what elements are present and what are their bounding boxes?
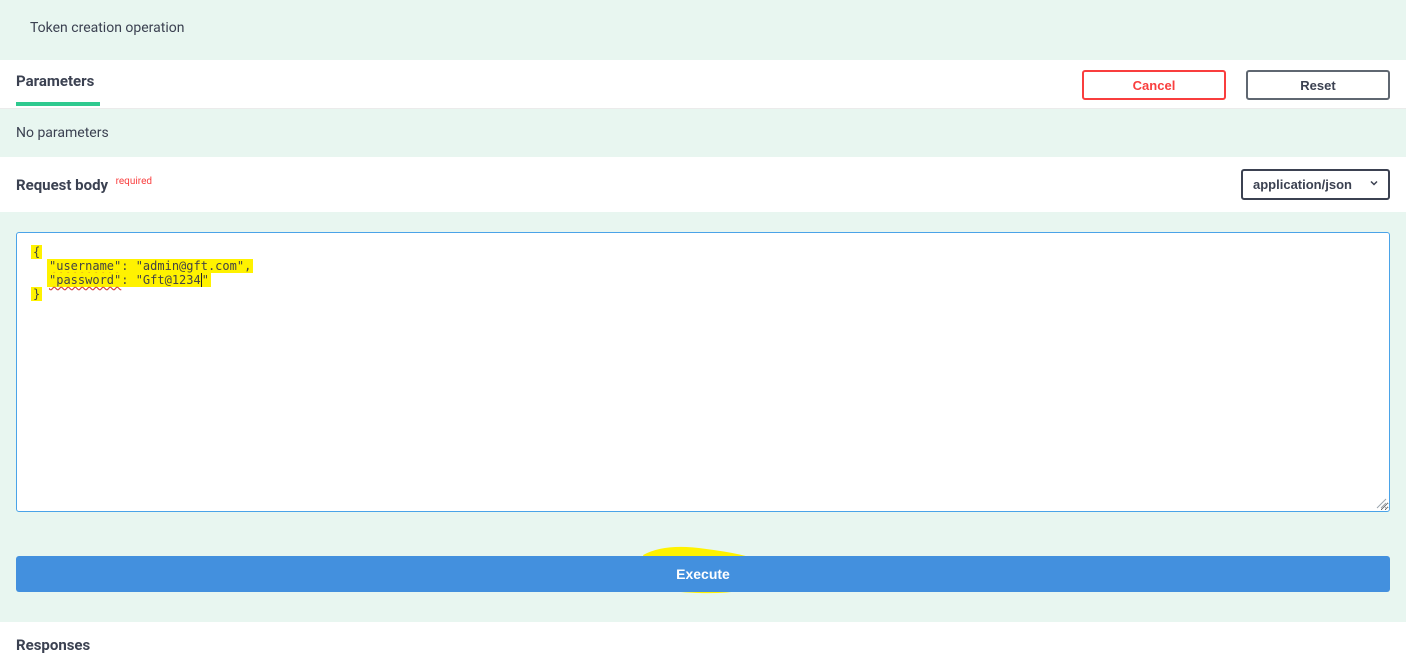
execute-wrap: Execute (16, 556, 1390, 592)
responses-title: Responses (0, 622, 1406, 660)
operation-description-text: Token creation operation (30, 20, 184, 36)
request-body-section: { "username": "admin@gft.com","password"… (0, 212, 1406, 622)
resize-handle-icon[interactable] (1375, 497, 1387, 509)
content-type-wrap: application/json (1241, 169, 1390, 200)
parameters-title: Parameters (16, 72, 94, 98)
content-type-select[interactable]: application/json (1241, 169, 1390, 200)
request-body-title-wrap: Request body required (16, 176, 152, 194)
code-segment: "password": "Gft@1234" (47, 273, 211, 287)
reset-button[interactable]: Reset (1246, 70, 1390, 100)
code-line: "password": "Gft@1234" (31, 273, 1375, 287)
code-key: "username" (49, 259, 121, 273)
code-val: " (202, 273, 209, 287)
execute-button[interactable]: Execute (16, 556, 1390, 592)
no-parameters-text: No parameters (16, 125, 109, 141)
parameters-actions: Cancel Reset (1082, 70, 1390, 100)
request-body-editor[interactable]: { "username": "admin@gft.com","password"… (16, 232, 1390, 512)
parameters-header: Parameters Cancel Reset (0, 60, 1406, 109)
code-key: "password" (49, 273, 121, 287)
no-parameters-row: No parameters (0, 109, 1406, 157)
code-val: : "Gft@1234 (121, 273, 200, 287)
code-val: : "admin@gft.com", (121, 259, 251, 273)
code-segment: "username": "admin@gft.com", (47, 259, 253, 273)
code-line: "username": "admin@gft.com", (31, 259, 1375, 273)
code-close-brace: } (31, 287, 42, 301)
cancel-button[interactable]: Cancel (1082, 70, 1226, 100)
code-area-wrap: { "username": "admin@gft.com","password"… (16, 232, 1390, 512)
request-body-title: Request body (16, 176, 108, 194)
required-badge: required (116, 176, 152, 187)
operation-description: Token creation operation (0, 0, 1406, 60)
code-open-brace: { (31, 245, 42, 259)
request-body-header: Request body required application/json (0, 157, 1406, 212)
